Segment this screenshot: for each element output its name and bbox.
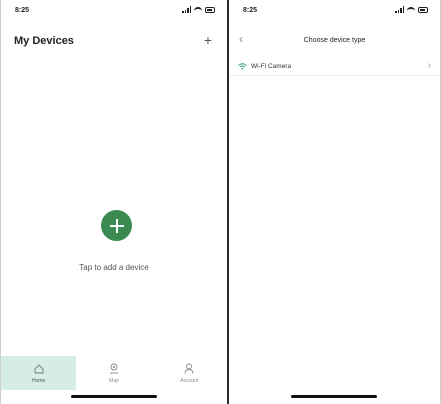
plus-icon bbox=[109, 218, 124, 233]
home-icon bbox=[33, 363, 45, 375]
add-device-button[interactable]: + bbox=[204, 33, 212, 47]
add-device-fab[interactable] bbox=[101, 210, 132, 241]
signal-icon bbox=[182, 6, 191, 13]
page-title: Choose device type bbox=[303, 37, 366, 44]
my-devices-screen: 8:25 My Devices + Tap to add a device Ho… bbox=[1, 0, 227, 404]
device-type-row-wifi-camera[interactable]: Wi-Fi Camera › bbox=[229, 58, 440, 76]
signal-icon bbox=[395, 6, 404, 13]
tab-home[interactable]: Home bbox=[1, 356, 77, 390]
status-bar: 8:25 bbox=[1, 0, 227, 22]
status-bar: 8:25 bbox=[229, 0, 440, 22]
tab-account[interactable]: Account bbox=[152, 356, 227, 390]
tab-bar: Home Map Account bbox=[1, 356, 227, 390]
wifi-icon bbox=[238, 62, 247, 71]
wifi-status-icon bbox=[194, 6, 202, 13]
status-icons bbox=[395, 6, 428, 13]
chevron-right-icon: › bbox=[427, 60, 431, 71]
status-time: 8:25 bbox=[15, 7, 30, 14]
battery-icon bbox=[205, 6, 215, 13]
empty-state-caption: Tap to add a device bbox=[79, 263, 149, 272]
status-icons bbox=[182, 6, 215, 13]
device-type-label: Wi-Fi Camera bbox=[251, 63, 292, 70]
map-icon bbox=[108, 363, 120, 375]
tab-map-label: Map bbox=[109, 377, 119, 384]
home-indicator[interactable] bbox=[291, 395, 377, 398]
tab-map[interactable]: Map bbox=[76, 356, 151, 390]
account-icon bbox=[183, 363, 195, 375]
battery-icon bbox=[418, 6, 428, 13]
tab-account-label: Account bbox=[180, 377, 199, 384]
status-time: 8:25 bbox=[243, 7, 258, 14]
choose-device-type-screen: 8:25 ‹ Choose device type Wi-Fi Camera › bbox=[229, 0, 440, 404]
page-title: My Devices bbox=[14, 35, 74, 47]
home-indicator[interactable] bbox=[71, 395, 157, 398]
tab-home-label: Home bbox=[31, 377, 46, 384]
wifi-status-icon bbox=[407, 6, 415, 13]
